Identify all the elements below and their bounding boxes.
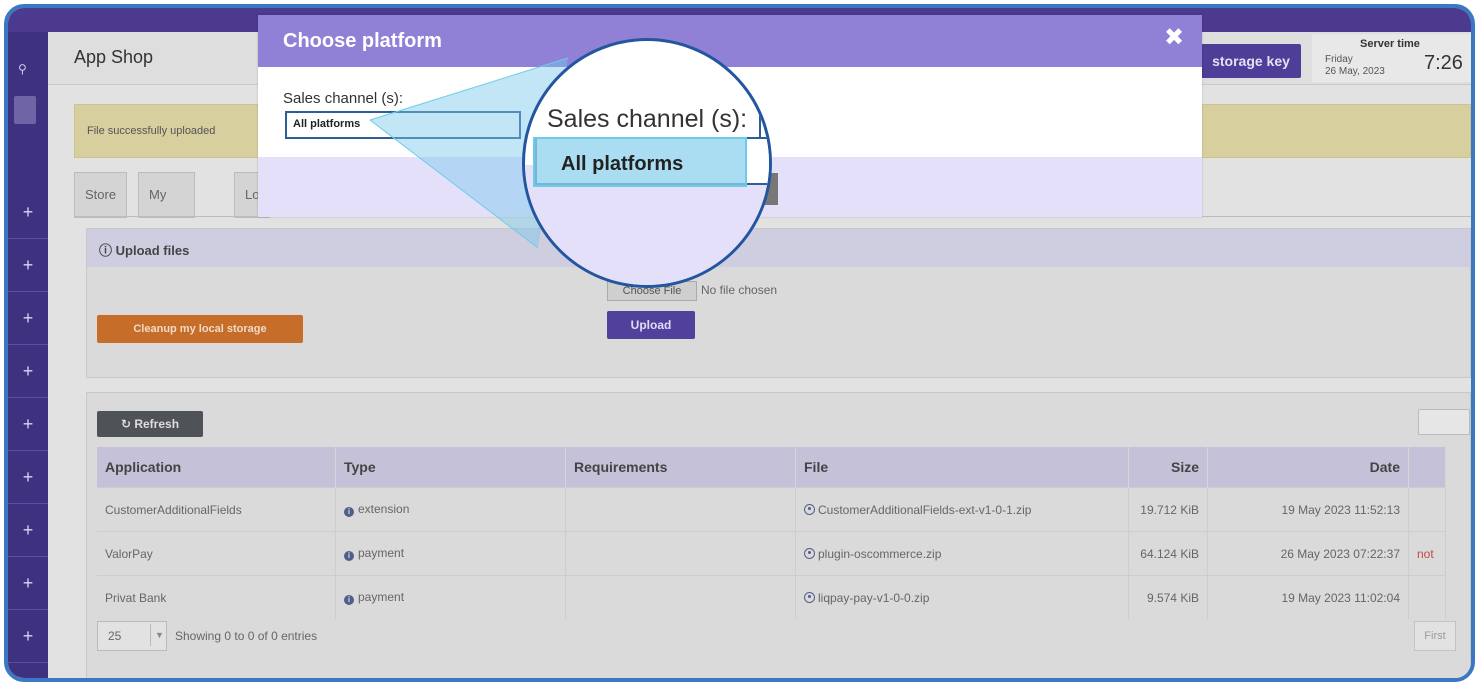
magnified-sales-label: Sales channel (s): <box>547 105 748 133</box>
screenshot-frame: ⚲ + + + + + + + + + App Shop storage key… <box>4 4 1475 682</box>
magnified-sales-value: All platforms <box>561 153 684 175</box>
magnifier-lens: Sales channel (s): All platforms <box>522 38 772 288</box>
